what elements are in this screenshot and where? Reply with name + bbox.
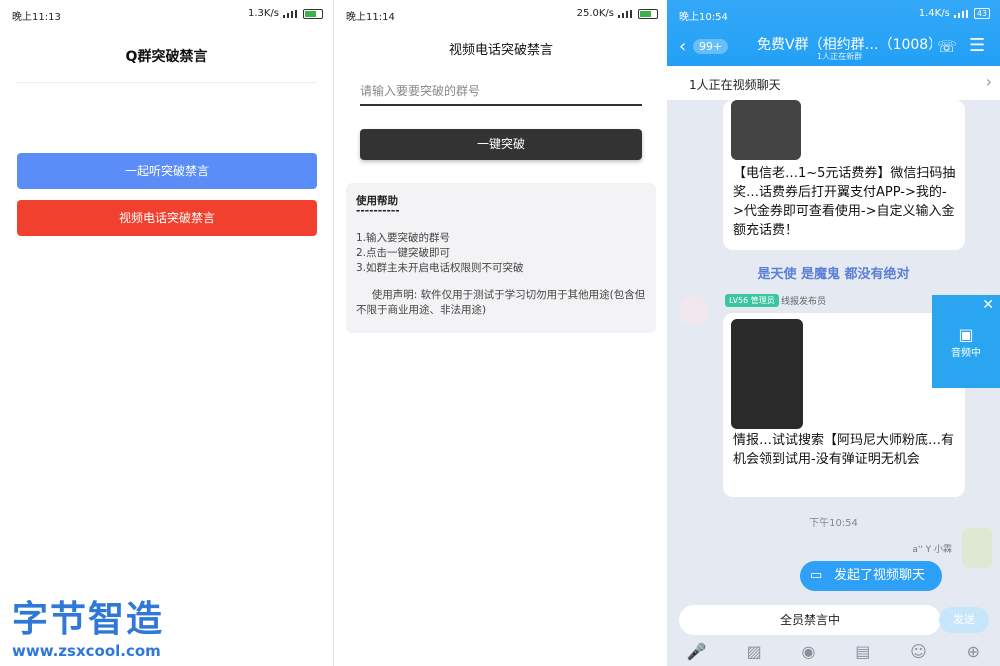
- page-title: 视频电话突破禁言: [448, 43, 553, 58]
- signal-icon: [283, 9, 299, 18]
- message-image[interactable]: [731, 319, 803, 429]
- help-box: 使用帮助 ---------- 1.输入要突破的群号 2.点击一键突破即可 3.…: [346, 183, 656, 333]
- close-icon[interactable]: ✕: [982, 297, 994, 313]
- plus-icon[interactable]: ⊕: [967, 642, 980, 661]
- status-bar: 晚上10:54 1.4K/s 43: [667, 0, 1000, 26]
- chevron-right-icon: ›: [985, 72, 992, 91]
- message-image[interactable]: [731, 100, 801, 160]
- back-arrow-icon[interactable]: ‹: [679, 36, 686, 57]
- help-step: 1.输入要突破的群号: [356, 232, 451, 244]
- battery-icon: [303, 8, 323, 19]
- sender-name: 线报发布员: [781, 297, 827, 307]
- help-step: 3.如群主未开启电话权限则不可突破: [356, 262, 524, 274]
- page-title: Q群突破禁言: [125, 49, 208, 65]
- qq-chat-panel: 晚上10:54 1.4K/s 43 ‹ 99+ 免费V群（相约群…（1008） …: [667, 0, 1000, 666]
- floating-call-window[interactable]: ✕ ▣ 音频中: [932, 295, 1000, 388]
- message-text: 情报…试试搜索【阿玛尼大师粉底…有机会领到试用-没有弹证明无机会: [733, 433, 955, 467]
- menu-icon[interactable]: ☰: [969, 35, 985, 56]
- level-badge: LV56 管理员: [725, 294, 779, 307]
- status-bar: 晚上11:13 1.3K/s: [0, 0, 333, 26]
- watermark-logo: 字节智造 www.zsxcool.com: [12, 590, 187, 660]
- listen-together-button[interactable]: 一起听突破禁言: [17, 153, 317, 189]
- status-bar: 晚上11:14 25.0K/s: [334, 0, 668, 26]
- divider: [16, 82, 317, 83]
- message-bubble[interactable]: 情报…试试搜索【阿玛尼大师粉底…有机会领到试用-没有弹证明无机会: [723, 313, 965, 497]
- call-status: 音频中: [951, 348, 981, 359]
- watermark-url: www.zsxcool.com: [12, 642, 161, 660]
- battery-level: 43: [973, 8, 990, 19]
- emoji-icon[interactable]: ☺: [910, 642, 927, 661]
- video-icon: ▣: [958, 325, 974, 344]
- help-step: 2.点击一键突破即可: [356, 247, 451, 259]
- help-disclaimer: 使用声明: 软件仅用于测试于学习切勿用于其他用途(包含但不限于商业用途、非法用途…: [356, 289, 646, 316]
- group-notice: 是天使 是魔鬼 都没有绝对: [757, 267, 910, 282]
- network-speed: 25.0K/s: [576, 8, 614, 19]
- message-bubble[interactable]: 【电信老…1~5元话费券】微信扫码抽奖…话费券后打开翼支付APP->我的->代金…: [723, 100, 965, 250]
- my-avatar[interactable]: [962, 528, 992, 568]
- q-group-panel: 晚上11:13 1.3K/s Q群突破禁言 一起听突破禁言 视频电话突破禁言 字…: [0, 0, 333, 666]
- camera-icon[interactable]: ◉: [802, 642, 816, 661]
- image-icon[interactable]: ▨: [747, 642, 762, 661]
- video-icon: ▭: [810, 568, 823, 583]
- video-call-panel: 晚上11:14 25.0K/s 视频电话突破禁言 请输入要要突破的群号 一键突破…: [333, 0, 668, 666]
- status-time: 晚上11:13: [12, 12, 61, 23]
- chat-header: 晚上10:54 1.4K/s 43 ‹ 99+ 免费V群（相约群…（1008） …: [667, 0, 1000, 66]
- chat-input[interactable]: 全员禁言中: [679, 605, 941, 635]
- avatar[interactable]: [679, 296, 709, 326]
- my-message-bubble[interactable]: ▭ 发起了视频聊天: [800, 561, 942, 591]
- message-text: 【电信老…1~5元话费券】微信扫码抽奖…话费券后打开翼支付APP->我的->代金…: [733, 166, 956, 238]
- send-button[interactable]: 发送: [939, 607, 989, 633]
- unread-badge[interactable]: 99+: [693, 39, 729, 54]
- input-toolbar: 🎤 ▨ ◉ ▤ ☺ ⊕: [667, 636, 1000, 666]
- video-chat-bar[interactable]: 1人正在视频聊天 ›: [667, 66, 1000, 100]
- status-time: 晚上10:54: [679, 12, 728, 23]
- signal-icon: [618, 9, 634, 18]
- call-icon[interactable]: ☏: [937, 37, 957, 56]
- group-subtitle: 1人正在新群: [817, 52, 863, 61]
- help-divider: ----------: [356, 205, 400, 217]
- help-steps: 1.输入要突破的群号 2.点击一键突破即可 3.如群主未开启电话权限则不可突破: [356, 231, 524, 276]
- signal-icon: [953, 9, 970, 18]
- my-name: a'' Y 小霖: [912, 545, 952, 555]
- break-through-button[interactable]: 一键突破: [360, 129, 642, 160]
- network-speed: 1.4K/s: [918, 8, 950, 19]
- redpacket-icon[interactable]: ▤: [855, 642, 870, 661]
- video-call-button[interactable]: 视频电话突破禁言: [17, 200, 317, 236]
- timestamp: 下午10:54: [809, 518, 858, 529]
- group-number-input[interactable]: 请输入要要突破的群号: [360, 76, 642, 106]
- watermark-brand: 字节智造: [12, 599, 165, 640]
- status-time: 晚上11:14: [346, 12, 395, 23]
- mic-icon[interactable]: 🎤: [687, 642, 707, 661]
- network-speed: 1.3K/s: [247, 8, 279, 19]
- battery-icon: [638, 8, 658, 19]
